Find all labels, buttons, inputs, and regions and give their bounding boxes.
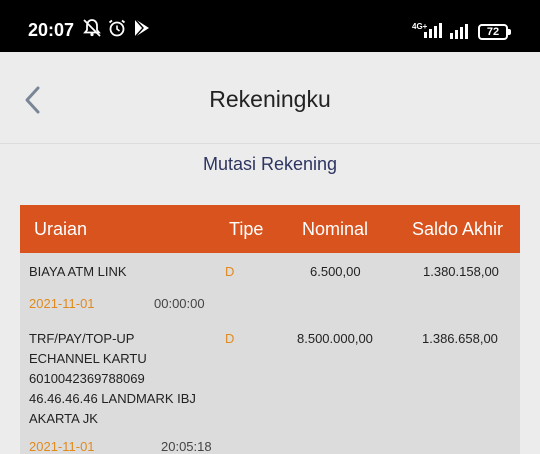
row-uraian-line: 46.46.46.46 LANDMARK IBJ [29,391,196,406]
column-saldo-akhir: Saldo Akhir [412,219,504,239]
row-time: 00:00:00 [154,296,205,311]
row-uraian: BIAYA ATM LINK [29,264,127,279]
table-row[interactable]: TRF/PAY/TOP-UP ECHANNEL KARTU 6010042369… [20,319,520,454]
row-uraian-line: ECHANNEL KARTU [29,351,147,366]
mutation-table: Uraian Tipe Nominal Saldo Akhir BIAYA AT… [20,205,520,454]
table-row[interactable]: BIAYA ATM LINK D 6.500,00 1.380.158,00 2… [20,253,520,319]
row-saldo: 1.386.658,00 [422,331,498,346]
alarm-icon [107,18,129,40]
row-nominal: 8.500.000,00 [297,331,373,346]
row-uraian-line: 6010042369788069 [29,371,145,386]
row-tipe: D [225,331,235,346]
row-saldo: 1.380.158,00 [423,264,499,279]
column-uraian: Uraian [34,219,88,239]
column-tipe: Tipe [229,219,264,239]
battery-icon: 72 [478,24,511,40]
notifications-off-icon [82,18,104,40]
app-bar: Rekeningku [0,52,540,144]
table-header: Uraian Tipe Nominal Saldo Akhir [20,205,520,253]
page-title: Rekeningku [209,86,331,112]
clock: 20:07 [28,20,75,40]
row-date: 2021-11-01 [29,296,95,311]
row-tipe: D [225,264,235,279]
row-date: 2021-11-01 [29,439,95,454]
signal-icon [448,22,470,45]
row-nominal: 6.500,00 [310,264,361,279]
play-store-icon [133,18,155,40]
section-title: Mutasi Rekening [202,154,338,174]
column-nominal: Nominal [302,219,369,239]
row-time: 20:05:18 [161,439,212,454]
status-bar: 20:07 4G+ 72 [0,0,540,52]
row-uraian-line: AKARTA JK [29,411,98,426]
row-uraian-line: TRF/PAY/TOP-UP [29,331,135,346]
